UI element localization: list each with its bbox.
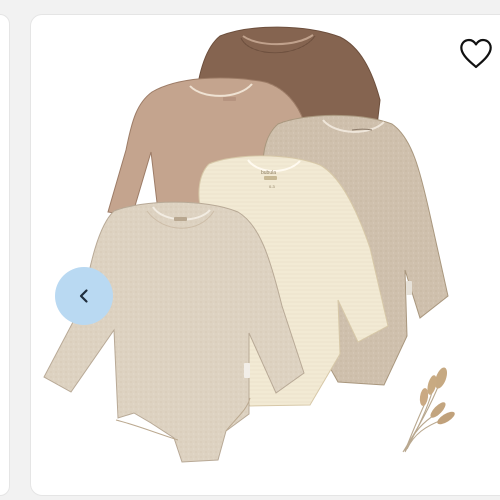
product-gallery: bubula 0-3 — [0, 0, 500, 500]
previous-image-button[interactable] — [55, 267, 113, 325]
dried-grass-decoration — [402, 367, 455, 453]
label-size: 0-3 — [269, 184, 276, 189]
label-brand: bubula — [261, 170, 276, 176]
chevron-left-icon — [79, 289, 88, 303]
product-image: bubula 0-3 — [43, 26, 455, 463]
heart-outline-icon — [460, 38, 492, 69]
favorite-button[interactable] — [455, 34, 497, 74]
